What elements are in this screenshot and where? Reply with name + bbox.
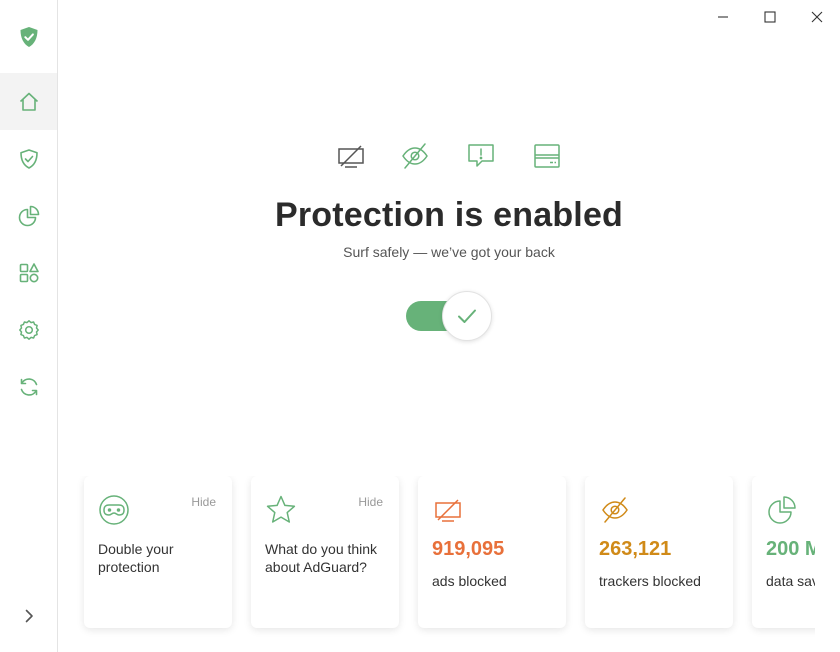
update-sync-icon (20, 377, 37, 396)
ads-blocked-label: ads blocked (432, 573, 507, 589)
minimize-button[interactable] (699, 0, 746, 34)
card-trackers-blocked[interactable]: 263,121 trackers blocked (585, 476, 733, 628)
sidebar-expand-button[interactable] (0, 587, 57, 644)
checkmark-icon (458, 309, 476, 323)
sidebar-item-apps[interactable] (0, 244, 57, 301)
card-icon (98, 494, 130, 526)
protection-toggle[interactable] (406, 290, 494, 342)
trackers-blocked-label: trackers blocked (599, 573, 701, 589)
card-icon (599, 494, 631, 526)
card-icon (265, 494, 297, 526)
page-subtitle: Surf safely — we’ve got your back (343, 244, 555, 260)
maximize-icon (763, 11, 776, 23)
card-ads-blocked[interactable]: 919,095 ads blocked (418, 476, 566, 628)
trackers-blocked-count: 263,121 (599, 538, 672, 560)
home-icon (19, 92, 38, 111)
window-controls (699, 0, 840, 34)
browsing-security-icon (534, 144, 560, 168)
annoyance-blocking-icon (468, 144, 494, 167)
ad-blocking-icon (435, 499, 461, 522)
tracking-protection-icon (402, 143, 428, 169)
ads-blocked-count: 919,095 (432, 538, 505, 560)
sidebar-item-updates[interactable] (0, 358, 57, 415)
settings-gear-icon (18, 319, 39, 340)
data-saved-label: data saved (766, 573, 815, 589)
hide-link[interactable]: Hide (191, 495, 216, 509)
tracking-protection-icon (602, 497, 628, 523)
apps-grid-icon (19, 262, 39, 283)
vpn-mask-icon (99, 495, 129, 525)
toggle-knob (442, 291, 492, 341)
sidebar (0, 0, 58, 652)
ad-blocking-icon (338, 145, 364, 168)
sidebar-item-home[interactable] (0, 73, 57, 130)
protection-features (336, 141, 560, 171)
adguard-logo (0, 8, 57, 65)
card-icon (766, 494, 798, 526)
feature-ad-blocking[interactable] (336, 141, 366, 171)
close-icon (811, 11, 822, 23)
statistics-pie-icon (18, 205, 39, 226)
cards-carousel: Hide Double your protection Hide What do… (58, 476, 815, 652)
card-text: What do you think about AdGuard? (265, 541, 378, 575)
sidebar-item-settings[interactable] (0, 301, 57, 358)
adguard-shield-logo-icon (20, 26, 37, 47)
card-rate-adguard[interactable]: Hide What do you think about AdGuard? (251, 476, 399, 628)
close-button[interactable] (793, 0, 840, 34)
protection-shield-icon (19, 148, 38, 169)
chevron-right-icon (25, 609, 33, 622)
card-text: Double your protection (98, 541, 174, 575)
maximize-button[interactable] (746, 0, 793, 34)
feature-tracking-protection[interactable] (400, 141, 430, 171)
feature-annoyance-blocking[interactable] (466, 141, 496, 171)
star-icon (266, 495, 296, 523)
page-title: Protection is enabled (274, 196, 624, 234)
sidebar-item-protection[interactable] (0, 130, 57, 187)
feature-browsing-security[interactable] (532, 141, 562, 171)
hide-link[interactable]: Hide (358, 495, 383, 509)
minimize-icon (717, 16, 728, 18)
card-data-saved[interactable]: 200 MB data saved (752, 476, 815, 628)
card-double-protection[interactable]: Hide Double your protection (84, 476, 232, 628)
data-saved-amount: 200 MB (766, 538, 815, 560)
card-icon (432, 494, 464, 526)
sidebar-item-statistics[interactable] (0, 187, 57, 244)
statistics-pie-icon (768, 496, 796, 524)
